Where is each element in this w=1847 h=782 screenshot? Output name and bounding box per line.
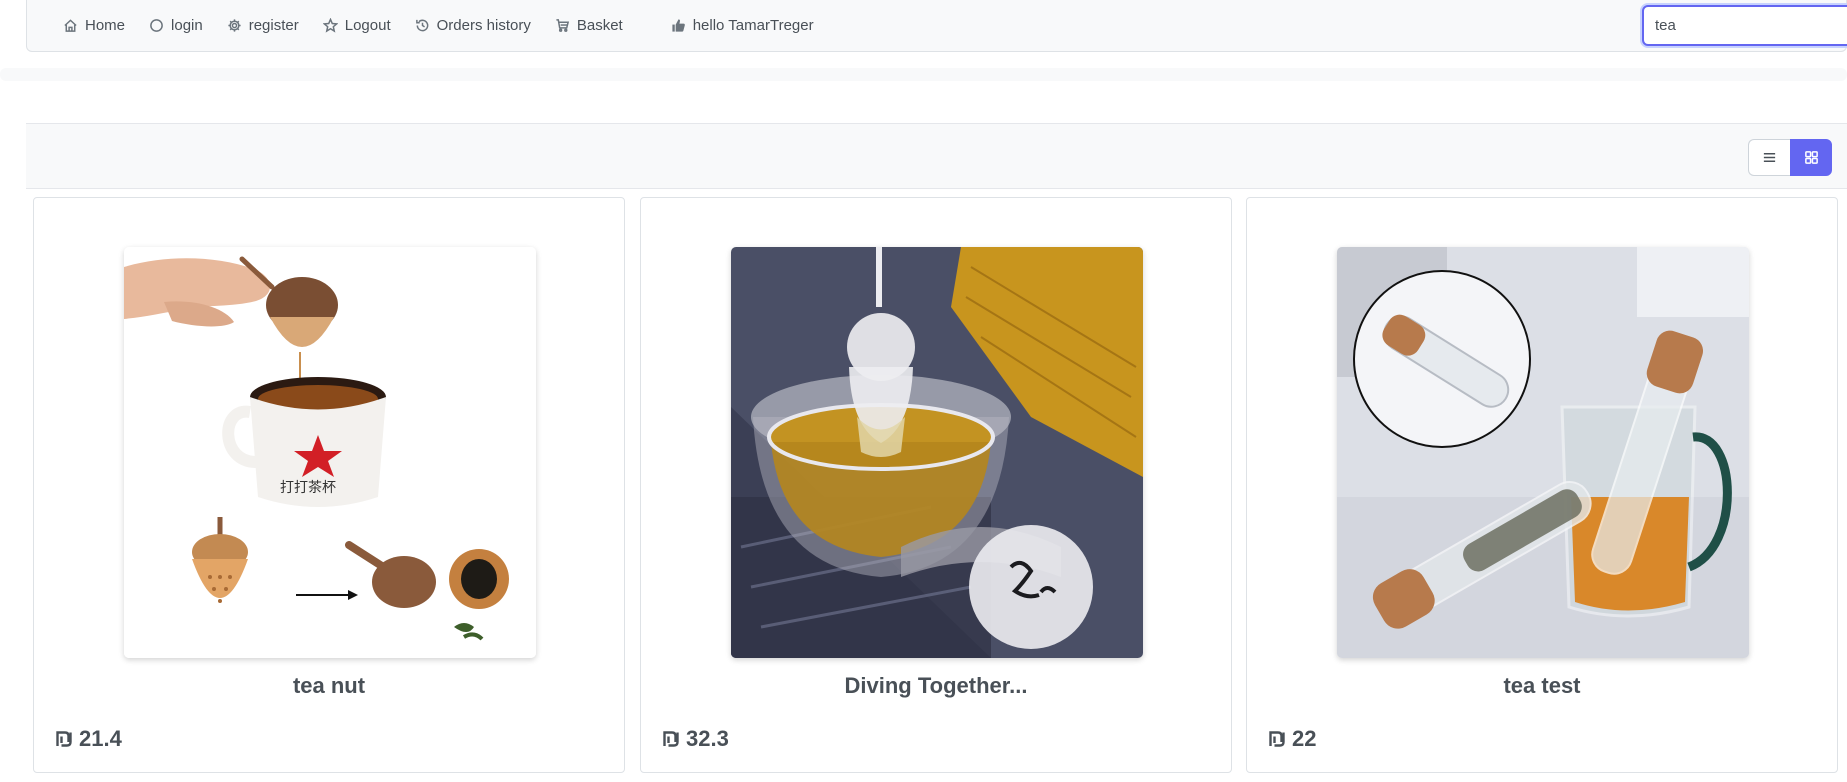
circle-icon [150, 18, 163, 32]
price-row: 22 [1268, 726, 1316, 752]
cart-icon [556, 18, 569, 32]
star-icon [322, 17, 338, 33]
tube-infuser-image [1337, 247, 1749, 658]
menu-list: Home login register Logout Orders histor… [51, 0, 826, 50]
grid-layout-button[interactable] [1790, 139, 1832, 176]
menu-item-greeting[interactable]: hello TamarTreger [659, 0, 826, 50]
menu-item-label: Home [85, 16, 126, 34]
menu-item-login[interactable]: login [137, 0, 215, 50]
home-icon [64, 18, 77, 32]
diver-infuser-image [731, 247, 1143, 658]
dataview-header [26, 123, 1847, 189]
menu-item-orders-history[interactable]: Orders history [403, 0, 543, 50]
acorn-tea-infuser-image: 打打茶杯 [124, 247, 536, 658]
product-price: 21.4 [79, 726, 122, 751]
search-input[interactable] [1642, 5, 1847, 46]
cog-icon [228, 18, 241, 32]
menu-item-label: Logout [344, 16, 391, 34]
product-image[interactable]: 打打茶杯 [124, 247, 536, 658]
menu-item-logout[interactable]: Logout [311, 0, 403, 50]
price-row: 21.4 [55, 726, 122, 752]
svg-text:打打茶杯: 打打茶杯 [280, 479, 336, 496]
product-card[interactable]: tea test 22 [1246, 197, 1838, 773]
top-menubar: Home login register Logout Orders histor… [26, 0, 1847, 52]
grid-icon [1804, 151, 1818, 164]
product-price: 22 [1292, 726, 1317, 751]
product-name: tea test [1503, 673, 1581, 698]
menu-item-basket[interactable]: Basket [543, 0, 635, 50]
product-name: Diving Together... [844, 673, 1028, 698]
menu-item-label: register [248, 16, 299, 34]
menu-item-label: login [171, 16, 203, 34]
product-price: 32.3 [686, 726, 729, 751]
menu-item-label: hello TamarTreger [692, 16, 814, 34]
list-icon [1763, 153, 1776, 162]
product-card[interactable]: 打打茶杯 tea nut 21.4 [33, 197, 625, 773]
product-image[interactable] [731, 247, 1143, 658]
product-image[interactable] [1337, 247, 1749, 658]
divider-band [0, 68, 1847, 81]
menu-item-label: Basket [576, 16, 623, 34]
menu-item-home[interactable]: Home [51, 0, 137, 50]
product-name: tea nut [292, 673, 366, 698]
layout-toggle [1748, 139, 1832, 176]
product-card[interactable]: Diving Together... 32.3 [640, 197, 1232, 773]
list-layout-button[interactable] [1748, 139, 1790, 176]
menu-item-register[interactable]: register [215, 0, 311, 50]
history-icon [415, 19, 428, 31]
shekel-icon [56, 731, 72, 747]
thumbs-up-icon [672, 18, 685, 32]
menu-item-label: Orders history [436, 16, 531, 34]
shekel-icon [1269, 731, 1285, 747]
shekel-icon [663, 731, 679, 747]
price-row: 32.3 [662, 726, 729, 752]
